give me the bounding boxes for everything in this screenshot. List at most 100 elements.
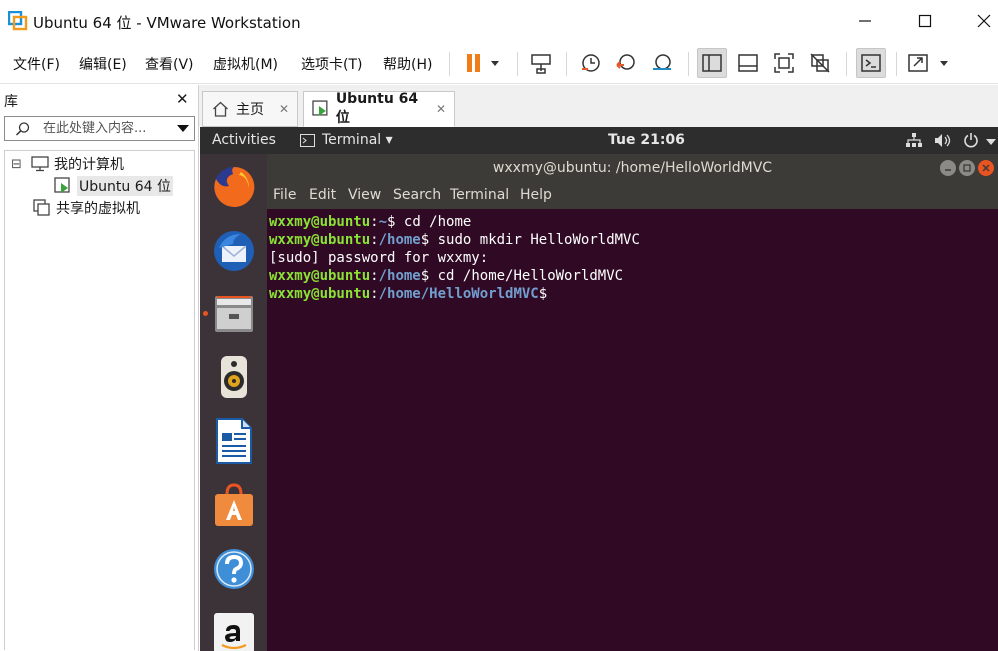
tab-label: Ubuntu 64 位 <box>335 91 419 126</box>
prompt-path: /home <box>378 232 421 248</box>
tab-bar: 主页 ✕ Ubuntu 64 位 ✕ <box>199 85 998 127</box>
files-icon <box>215 296 253 332</box>
show-thumbnail-button[interactable] <box>733 48 763 78</box>
close-button[interactable] <box>971 8 997 34</box>
tree-item-shared-vms[interactable]: 共享的虚拟机 <box>33 198 140 218</box>
home-icon <box>213 101 228 117</box>
volume-icon[interactable] <box>934 133 952 148</box>
dock-writer[interactable] <box>210 417 258 465</box>
vm-running-icon <box>312 100 328 116</box>
revert-icon <box>616 54 635 70</box>
search-icon <box>15 122 30 136</box>
dock-rhythmbox[interactable] <box>210 353 258 401</box>
window-title: Ubuntu 64 位 - VMware Workstation <box>33 14 301 32</box>
prompt-path: /home <box>378 268 421 284</box>
library-title: 库 <box>4 94 18 110</box>
send-ctrl-alt-del-button[interactable] <box>526 48 556 78</box>
snapshot-button[interactable] <box>576 48 606 78</box>
show-library-button[interactable] <box>697 48 727 78</box>
dock-thunderbird[interactable] <box>210 227 258 275</box>
menu-view[interactable]: 查看(V) <box>145 54 194 74</box>
software-icon <box>215 483 253 526</box>
library-close-icon[interactable]: ✕ <box>176 90 189 108</box>
terminal-app-icon <box>300 134 315 147</box>
app-menu[interactable]: Terminal ▾ <box>322 132 393 148</box>
terminal-output[interactable]: wxxmy@ubuntu:~$ cd /home wxxmy@ubuntu:/h… <box>267 209 998 639</box>
menu-file[interactable]: 文件(F) <box>13 54 60 74</box>
terminal-line: wxxmy@ubuntu:/home/HelloWorldMVC$ <box>269 286 548 302</box>
library-header: 库 ✕ <box>0 85 199 115</box>
prompt-path: ~ <box>378 214 388 230</box>
snapshot-clock-icon <box>582 54 600 72</box>
minimize-button[interactable] <box>852 8 878 34</box>
dock-software[interactable] <box>210 481 258 529</box>
maximize-button[interactable] <box>912 8 938 34</box>
minimize-icon <box>859 20 871 22</box>
activities-button[interactable]: Activities <box>212 132 276 148</box>
title-bar: Ubuntu 64 位 - VMware Workstation <box>0 0 998 42</box>
terminal-line: wxxmy@ubuntu:/home$ sudo mkdir HelloWorl… <box>269 232 640 248</box>
clock[interactable]: Tue 21:06 <box>608 132 685 148</box>
menu-help[interactable]: 帮助(H) <box>383 54 432 74</box>
terminal-menu-search[interactable]: Search <box>393 187 441 203</box>
toolbar-separator <box>896 52 897 76</box>
toolbar-separator <box>846 52 847 76</box>
dock-help[interactable] <box>210 545 258 593</box>
library-tree: ⊟ 我的计算机 Ubuntu 64 位 共享的虚拟机 <box>4 150 195 650</box>
fullscreen-button[interactable] <box>769 48 799 78</box>
maximize-icon <box>963 164 971 172</box>
stretch-guest-button[interactable] <box>905 48 953 78</box>
tab-home[interactable]: 主页 ✕ <box>202 91 298 127</box>
prompt-path: /home/HelloWorldMVC <box>378 286 539 302</box>
tree-item-my-computer[interactable]: ⊟ 我的计算机 <box>11 154 124 174</box>
thunderbird-icon <box>214 231 254 271</box>
close-icon <box>982 164 990 172</box>
rhythmbox-icon <box>221 356 247 398</box>
snapshot-manager-icon <box>653 54 671 70</box>
tab-close-icon[interactable]: ✕ <box>436 102 446 116</box>
tab-close-icon[interactable]: ✕ <box>279 102 289 116</box>
unity-button[interactable] <box>805 48 835 78</box>
vm-display[interactable]: Activities Terminal ▾ Tue 21:06 wxxmy@ub… <box>200 127 998 651</box>
chevron-down-icon[interactable] <box>177 125 189 133</box>
prompt-user: wxxmy@ubuntu <box>269 232 371 248</box>
dock-amazon[interactable] <box>210 609 258 651</box>
menu-edit[interactable]: 编辑(E) <box>79 54 127 74</box>
network-icon[interactable] <box>906 133 922 148</box>
prompt-user: wxxmy@ubuntu <box>269 214 371 230</box>
collapse-icon[interactable]: ⊟ <box>11 157 27 172</box>
terminal-menu-file[interactable]: File <box>273 187 296 203</box>
terminal-menu-edit[interactable]: Edit <box>309 187 336 203</box>
terminal-close-button[interactable] <box>978 160 994 176</box>
library-panel: 库 ✕ ⊟ 我的计算机 Ubuntu 64 位 共享的虚拟机 <box>0 85 199 651</box>
menu-bar: 文件(F) 编辑(E) 查看(V) 虚拟机(M) 选项卡(T) 帮助(H) <box>0 42 998 84</box>
ubuntu-dock <box>200 154 267 651</box>
search-input[interactable] <box>43 120 173 137</box>
menu-tabs[interactable]: 选项卡(T) <box>301 54 362 74</box>
terminal-menu-help[interactable]: Help <box>520 187 552 203</box>
tab-ubuntu-vm[interactable]: Ubuntu 64 位 ✕ <box>303 91 455 127</box>
chevron-down-icon[interactable] <box>986 139 996 145</box>
fullscreen-icon <box>774 53 794 73</box>
suspend-button[interactable] <box>458 48 504 78</box>
toolbar-separator <box>517 52 518 76</box>
console-view-button[interactable] <box>856 48 886 78</box>
terminal-minimize-button[interactable] <box>940 160 956 176</box>
menu-vm[interactable]: 虚拟机(M) <box>213 54 278 74</box>
tree-item-ubuntu-vm[interactable]: Ubuntu 64 位 <box>54 176 173 196</box>
dock-firefox[interactable] <box>210 163 258 211</box>
snapshot-manager-button[interactable] <box>647 48 677 78</box>
terminal-menu-terminal[interactable]: Terminal <box>450 187 509 203</box>
pause-icon <box>467 54 499 72</box>
revert-snapshot-button[interactable] <box>611 48 641 78</box>
tree-label: 我的计算机 <box>54 157 124 173</box>
terminal-line: wxxmy@ubuntu:~$ cd /home <box>269 214 472 230</box>
terminal-menu-view[interactable]: View <box>348 187 381 203</box>
terminal-maximize-button[interactable] <box>959 160 975 176</box>
dock-files[interactable] <box>210 290 258 338</box>
library-search <box>4 116 195 141</box>
power-icon[interactable] <box>963 132 979 148</box>
stretch-icon <box>908 54 948 72</box>
ubuntu-top-bar: Activities Terminal ▾ Tue 21:06 <box>200 127 998 154</box>
vmware-logo-icon <box>8 11 28 31</box>
